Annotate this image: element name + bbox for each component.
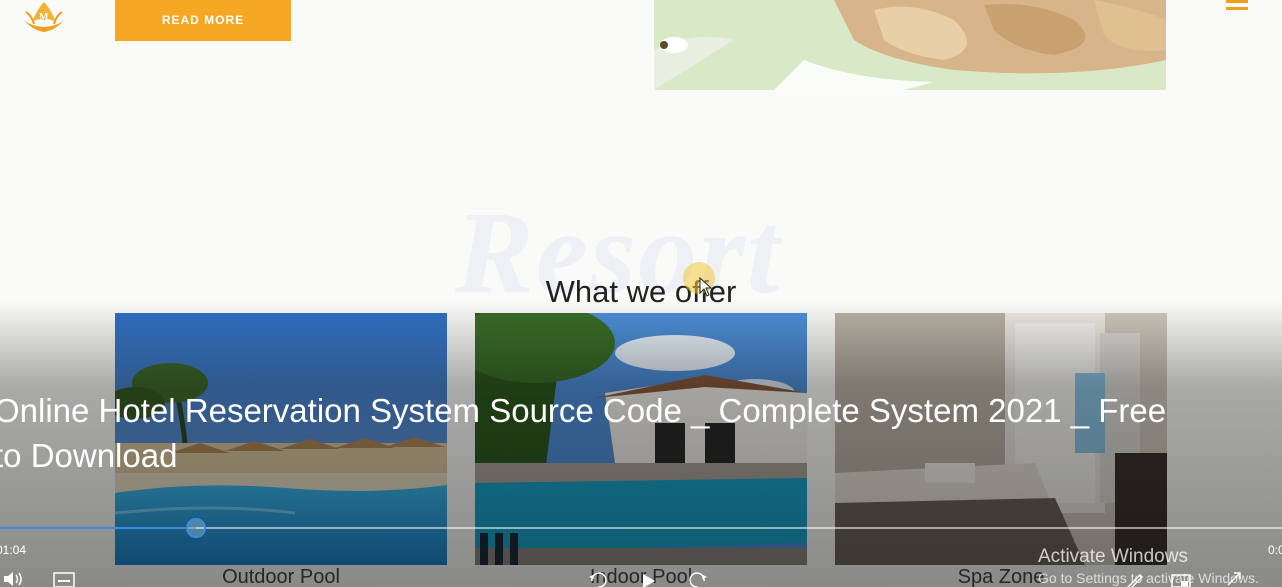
- hamburger-menu-icon[interactable]: [1226, 0, 1248, 16]
- hero-image: [654, 0, 1166, 90]
- video-progress-thumb[interactable]: [186, 518, 207, 538]
- volume-icon[interactable]: [2, 571, 26, 587]
- activate-windows-subtitle: Go to Settings to activate Windows.: [1038, 570, 1259, 586]
- current-time: 01:04: [0, 543, 27, 557]
- video-title: Online Hotel Reservation System Source C…: [0, 392, 1167, 474]
- captions-icon[interactable]: [52, 571, 76, 587]
- play-icon[interactable]: [637, 571, 661, 587]
- total-time: 0:0: [1268, 543, 1282, 557]
- svg-text:M: M: [39, 12, 49, 23]
- video-progress-fill: [0, 527, 197, 529]
- card-caption-outdoor-pool: Outdoor Pool: [222, 566, 340, 587]
- section-title: What we offer: [545, 274, 737, 309]
- webpage: M READ MORE Resort What we offer Outdoor…: [0, 0, 1282, 587]
- forward-30-icon[interactable]: [686, 571, 710, 587]
- mouse-cursor-icon: [699, 277, 713, 297]
- crown-logo[interactable]: M: [18, 0, 70, 36]
- rewind-10-icon[interactable]: [586, 571, 610, 587]
- activate-windows-title: Activate Windows: [1038, 546, 1188, 567]
- read-more-button[interactable]: READ MORE: [115, 0, 291, 41]
